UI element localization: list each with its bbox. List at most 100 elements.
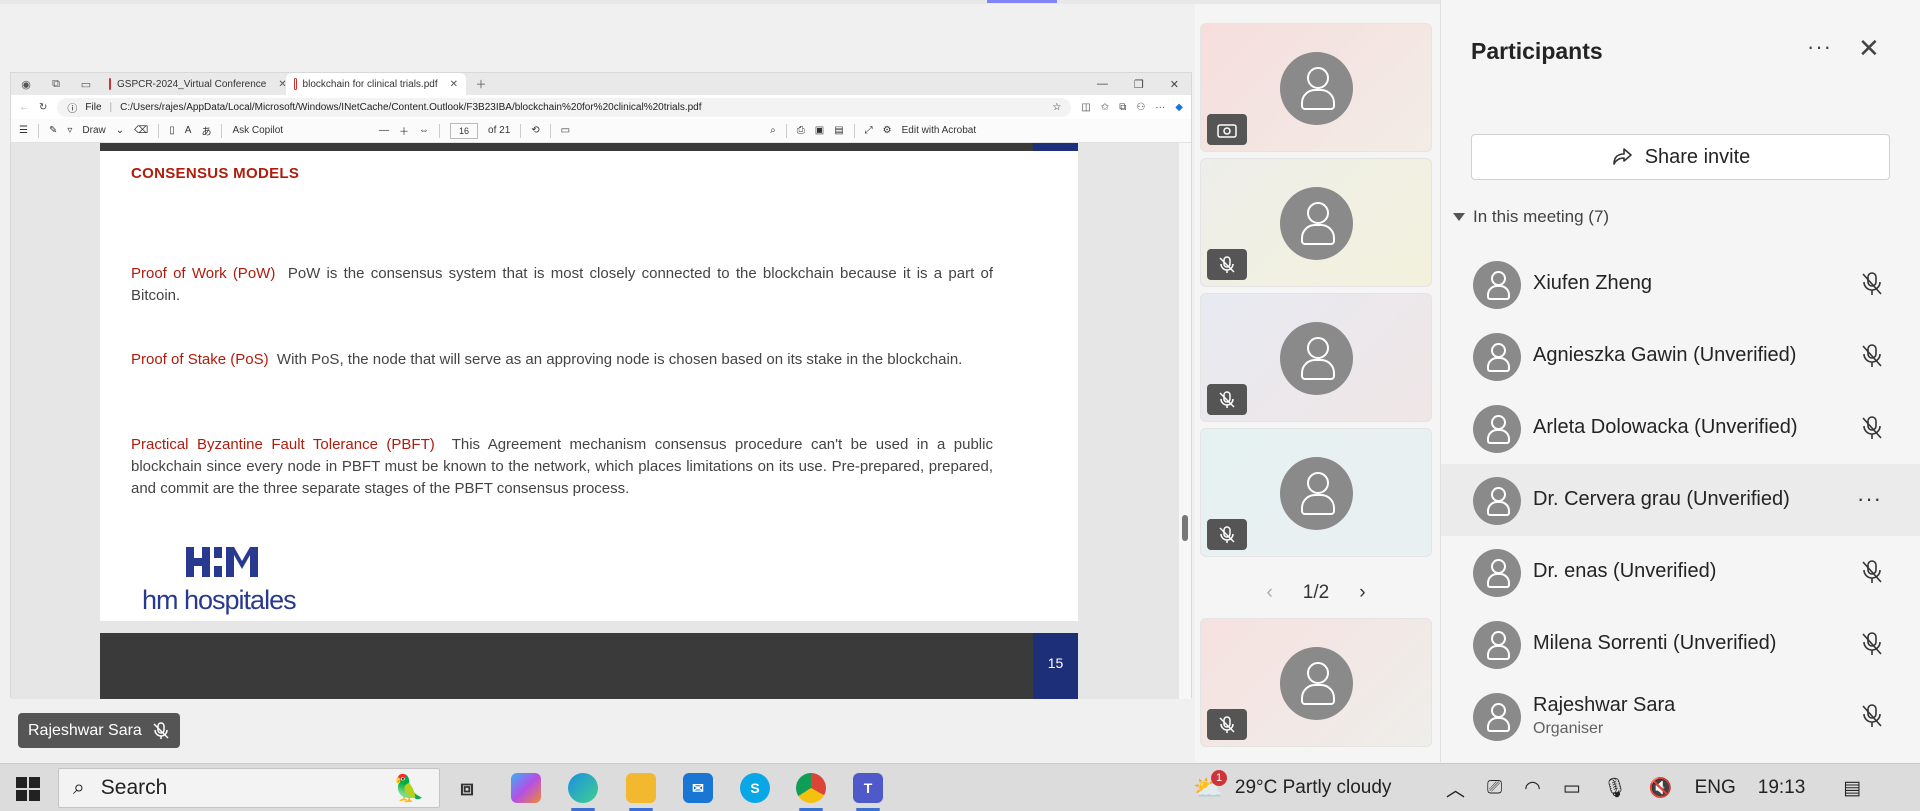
mic-off-icon: [1207, 709, 1247, 740]
windows-start-icon[interactable]: [16, 777, 40, 801]
url-text: C:/Users/rajes/AppData/Local/Microsoft/W…: [120, 101, 702, 113]
minimize-icon[interactable]: —: [1097, 78, 1108, 91]
text-box-icon[interactable]: ▯: [169, 125, 175, 136]
participant-row[interactable]: Xiufen Zheng: [1441, 248, 1920, 320]
save-as-icon[interactable]: ▤: [834, 125, 843, 136]
slide-number: 15: [1033, 633, 1078, 699]
mic-off-icon: [1862, 272, 1882, 295]
translate-icon[interactable]: あ: [201, 123, 211, 138]
page-number-input[interactable]: 16: [450, 122, 479, 139]
item-term: Proof of Work (PoW): [131, 265, 276, 282]
highlight-icon[interactable]: ✎: [49, 125, 57, 136]
edge-app-icon[interactable]: [568, 773, 598, 803]
more-options-icon[interactable]: ···: [1807, 34, 1832, 60]
in-meeting-section-toggle[interactable]: In this meeting (7): [1453, 207, 1609, 227]
video-tile[interactable]: [1200, 23, 1432, 152]
participant-more-icon[interactable]: ···: [1857, 486, 1882, 512]
video-tile[interactable]: [1200, 428, 1432, 557]
edit-with-acrobat-button[interactable]: Edit with Acrobat: [902, 125, 976, 136]
contents-icon[interactable]: ☰: [19, 125, 28, 136]
taskbar-search[interactable]: ⌕ Search 🦜: [58, 768, 440, 808]
notifications-icon[interactable]: ▤: [1843, 777, 1861, 800]
draw-icon[interactable]: ▿: [67, 125, 72, 136]
wifi-icon[interactable]: ◠: [1524, 777, 1541, 800]
draw-button[interactable]: Draw: [82, 125, 105, 136]
participant-row[interactable]: Agnieszka Gawin (Unverified): [1441, 320, 1920, 392]
page-view-icon[interactable]: ▭: [561, 125, 570, 136]
mic-off-icon: [1862, 344, 1882, 367]
copilot-icon[interactable]: ◆: [1175, 102, 1183, 113]
search-highlight-icon: 🦜: [392, 772, 425, 803]
clock[interactable]: 19:13: [1758, 777, 1806, 799]
chevron-up-icon[interactable]: ︿: [1446, 775, 1465, 802]
close-icon[interactable]: ✕: [1858, 33, 1880, 64]
read-aloud-icon[interactable]: A: [185, 125, 192, 136]
fit-page-icon[interactable]: ⇔: [419, 125, 429, 136]
url-field[interactable]: ⓘ File | C:/Users/rajes/AppData/Local/Mi…: [57, 97, 1072, 117]
battery-icon[interactable]: ▭: [1563, 777, 1581, 800]
collections-icon[interactable]: ⧉: [1119, 102, 1126, 113]
ask-copilot-button[interactable]: Ask Copilot: [232, 125, 283, 136]
microphone-icon[interactable]: 🎙: [1603, 776, 1627, 800]
fullscreen-icon[interactable]: ⤢: [865, 125, 873, 136]
search-icon[interactable]: ⌕: [770, 125, 776, 136]
vertical-scrollbar[interactable]: [1179, 143, 1191, 699]
split-screen-icon[interactable]: ◫: [1081, 102, 1090, 113]
copilot-app-icon[interactable]: [511, 773, 541, 803]
print-icon[interactable]: ⎙: [797, 125, 805, 136]
chevron-down-icon[interactable]: ⌄: [116, 125, 124, 136]
video-tile[interactable]: [1200, 158, 1432, 287]
skype-app-icon[interactable]: S: [740, 773, 770, 803]
file-explorer-icon[interactable]: [626, 773, 656, 803]
zoom-in-icon[interactable]: ＋: [399, 123, 409, 138]
item-text: With PoS, the node that will serve as an…: [276, 351, 963, 368]
avatar-icon: [1280, 186, 1353, 260]
mail-app-icon[interactable]: ✉: [683, 773, 713, 803]
chevron-right-icon[interactable]: ›: [1359, 582, 1365, 604]
favorite-star-icon[interactable]: ☆: [1052, 102, 1061, 113]
settings-gear-icon[interactable]: ⚙: [883, 125, 892, 136]
participant-row[interactable]: Rajeshwar Sara Organiser: [1441, 680, 1920, 752]
tab-gspcr[interactable]: GSPCR-2024_Virtual Conference ✕: [101, 73, 286, 95]
close-tab-icon[interactable]: ✕: [278, 79, 286, 90]
screen-share-indicator[interactable]: [987, 0, 1057, 3]
workspaces-icon[interactable]: ⧉: [41, 73, 71, 95]
chevron-left-icon[interactable]: ‹: [1266, 582, 1272, 604]
task-view-icon[interactable]: ⧈: [452, 773, 482, 803]
notification-badge: 1: [1211, 770, 1227, 786]
profile-icon[interactable]: ◉: [11, 73, 41, 95]
save-icon[interactable]: ▣: [815, 125, 824, 136]
share-invite-button[interactable]: Share invite: [1471, 134, 1890, 180]
extensions-icon[interactable]: ⚇: [1136, 102, 1145, 113]
back-icon[interactable]: ←: [19, 102, 29, 113]
meet-now-icon[interactable]: ⎚: [1487, 777, 1502, 799]
video-tile[interactable]: [1200, 618, 1432, 747]
favorites-icon[interactable]: ✩: [1101, 102, 1109, 113]
participant-row[interactable]: Arleta Dolowacka (Unverified): [1441, 392, 1920, 464]
tab-actions-icon[interactable]: ▭: [71, 73, 101, 95]
more-icon[interactable]: ···: [1155, 102, 1165, 113]
participant-row[interactable]: Dr. enas (Unverified): [1441, 536, 1920, 608]
pdf-viewer[interactable]: CONSENSUS MODELS Proof of Work (PoW) PoW…: [11, 143, 1191, 699]
video-tile[interactable]: [1200, 293, 1432, 422]
window-controls: — ❐ ✕: [1097, 78, 1191, 91]
system-tray: ︿ ⎚ ◠ ▭ 🎙 🔇 ENG 19:13 ▤: [1446, 764, 1861, 811]
scrollbar-thumb[interactable]: [1182, 515, 1188, 541]
participant-row[interactable]: Dr. Cervera grau (Unverified) ···: [1441, 464, 1920, 536]
close-window-icon[interactable]: ✕: [1170, 78, 1179, 91]
next-slide-edge: 15: [100, 633, 1078, 699]
rotate-icon[interactable]: ⟲: [531, 125, 539, 136]
language-indicator[interactable]: ENG: [1695, 777, 1736, 799]
restore-icon[interactable]: ❐: [1134, 78, 1144, 91]
refresh-icon[interactable]: ↻: [39, 102, 47, 113]
participant-name: Agnieszka Gawin (Unverified): [1533, 344, 1797, 366]
new-tab-icon[interactable]: ＋: [466, 73, 496, 95]
zoom-out-icon[interactable]: —: [379, 125, 389, 136]
participant-row[interactable]: Milena Sorrenti (Unverified): [1441, 608, 1920, 680]
close-tab-icon[interactable]: ✕: [450, 79, 458, 90]
volume-mute-icon[interactable]: 🔇: [1649, 776, 1673, 800]
erase-icon[interactable]: ⌫: [134, 125, 148, 136]
teams-app-icon[interactable]: T: [853, 773, 883, 803]
chrome-app-icon[interactable]: [796, 773, 826, 803]
tab-blockchain-pdf[interactable]: blockchain for clinical trials.pdf ✕: [286, 73, 466, 95]
